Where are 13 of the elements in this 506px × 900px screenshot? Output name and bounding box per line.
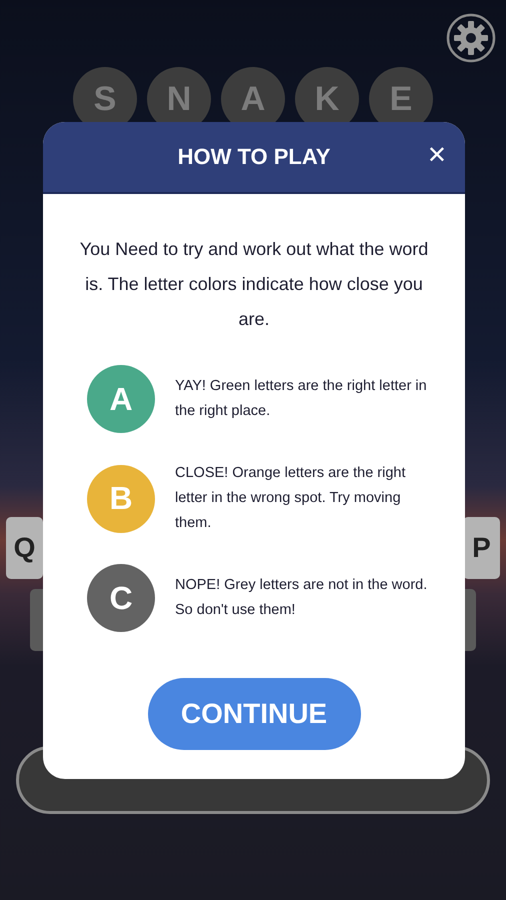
letter-circle: B [87,464,155,532]
continue-button[interactable]: CONTINUE [148,678,360,750]
dialog-title: HOW TO PLAY [178,144,330,170]
letter-circle: C [87,564,155,632]
letter-circle: A [87,365,155,433]
close-button[interactable]: ✕ [426,140,447,170]
rule-text: NOPE! Grey letters are not in the word. So don't use them! [175,576,428,620]
keyboard-key[interactable]: P [463,517,500,579]
keyboard-key[interactable]: Q [6,517,43,579]
rule-text: YAY! Green letters are the right letter in the right place. [175,377,428,421]
settings-icon[interactable] [446,13,496,63]
instructions-text: You Need to try and work out what the word is. The letter colors indicate how close you are. [78,238,430,331]
rule-text: CLOSE! Orange letters are the right letter in the wrong spot. Try moving them. [175,464,406,533]
